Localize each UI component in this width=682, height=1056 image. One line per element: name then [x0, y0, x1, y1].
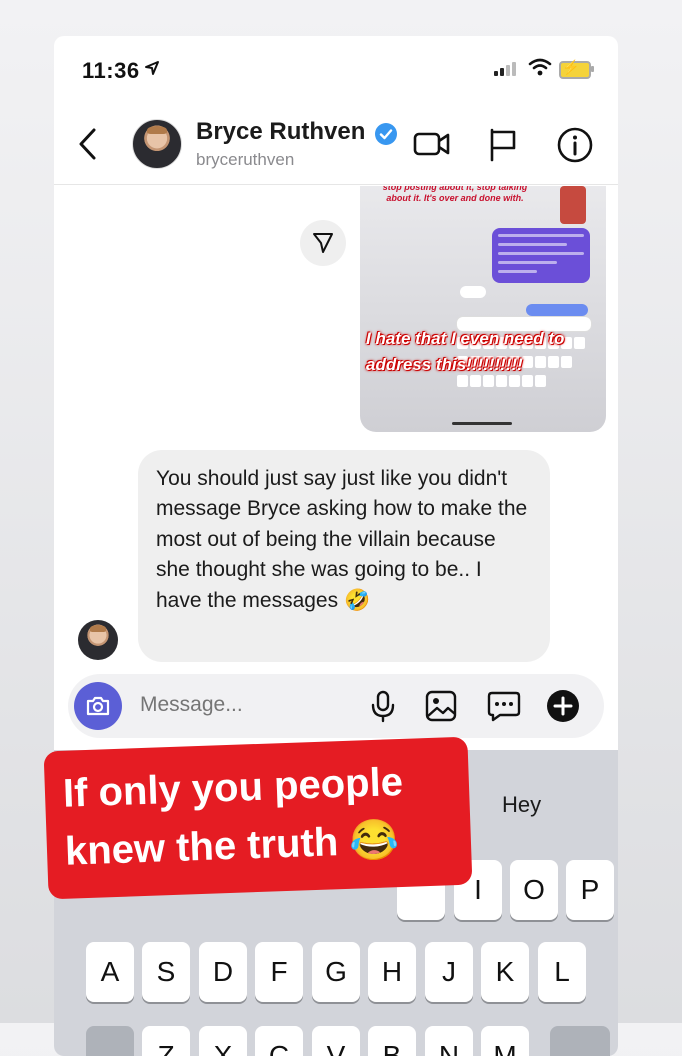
key-v[interactable]: V — [312, 1026, 360, 1056]
key-f[interactable]: F — [255, 942, 303, 1002]
backspace-key[interactable] — [550, 1026, 610, 1056]
key-c[interactable]: C — [255, 1026, 303, 1056]
sticker-chat-icon[interactable] — [486, 689, 522, 723]
paper-plane-icon — [313, 233, 333, 253]
key-p[interactable]: P — [566, 860, 614, 920]
key-g[interactable]: G — [312, 942, 360, 1002]
gallery-icon[interactable] — [424, 689, 458, 723]
verified-badge-icon — [375, 123, 397, 145]
status-time: 11:36 — [82, 58, 140, 83]
cellular-signal-icon — [494, 62, 516, 76]
flag-report-icon[interactable] — [486, 126, 522, 164]
key-z[interactable]: Z — [142, 1026, 190, 1056]
key-j[interactable]: J — [425, 942, 473, 1002]
back-chevron-icon[interactable] — [76, 126, 100, 162]
story-home-indicator — [452, 422, 512, 425]
incoming-message-bubble[interactable]: You should just say just like you didn't… — [138, 450, 550, 662]
shift-key[interactable] — [86, 1026, 134, 1056]
story-caption-sticker: If only you people knew the truth 😂 — [43, 736, 473, 900]
share-story-button[interactable] — [300, 220, 346, 266]
story-screenshot-message — [492, 228, 590, 283]
story-screenshot-reply — [460, 286, 486, 298]
location-arrow-icon — [145, 61, 159, 75]
key-b[interactable]: B — [368, 1026, 416, 1056]
battery-tip — [591, 66, 594, 72]
story-thumbnail — [560, 186, 586, 224]
story-screenshot-sent — [526, 304, 588, 316]
camera-icon — [86, 696, 110, 716]
charging-bolt-icon: ⚡ — [562, 59, 580, 75]
wifi-icon — [528, 58, 552, 76]
key-k[interactable]: K — [481, 942, 529, 1002]
sender-avatar[interactable] — [78, 620, 118, 660]
story-top-text: stop posting about it, stop talking abou… — [382, 186, 528, 203]
key-m[interactable]: M — [481, 1026, 529, 1056]
key-x[interactable]: X — [199, 1026, 247, 1056]
camera-button[interactable] — [74, 682, 122, 730]
story-overlay-text: I hate that I even need to address this!… — [366, 329, 565, 374]
key-a[interactable]: A — [86, 942, 134, 1002]
profile-avatar[interactable] — [132, 119, 182, 169]
message-composer — [68, 674, 604, 738]
add-plus-icon[interactable] — [546, 689, 580, 723]
key-h[interactable]: H — [368, 942, 416, 1002]
microphone-icon[interactable] — [368, 689, 398, 723]
key-s[interactable]: S — [142, 942, 190, 1002]
key-l[interactable]: L — [538, 942, 586, 1002]
phone-screen: 11:36 ⚡ Bryce Ruthven bryceruthven stop … — [54, 36, 618, 1056]
key-n[interactable]: N — [425, 1026, 473, 1056]
profile-username: bryceruthven — [196, 150, 295, 169]
profile-name[interactable]: Bryce Ruthven — [196, 118, 365, 146]
shared-story-card[interactable]: stop posting about it, stop talking abou… — [360, 186, 606, 432]
key-d[interactable]: D — [199, 942, 247, 1002]
video-call-icon[interactable] — [412, 126, 452, 162]
keyboard-suggestion[interactable]: Hey — [502, 792, 541, 818]
key-o[interactable]: O — [510, 860, 558, 920]
info-icon[interactable] — [556, 126, 594, 164]
header-divider — [54, 184, 618, 185]
message-input[interactable] — [138, 692, 342, 718]
